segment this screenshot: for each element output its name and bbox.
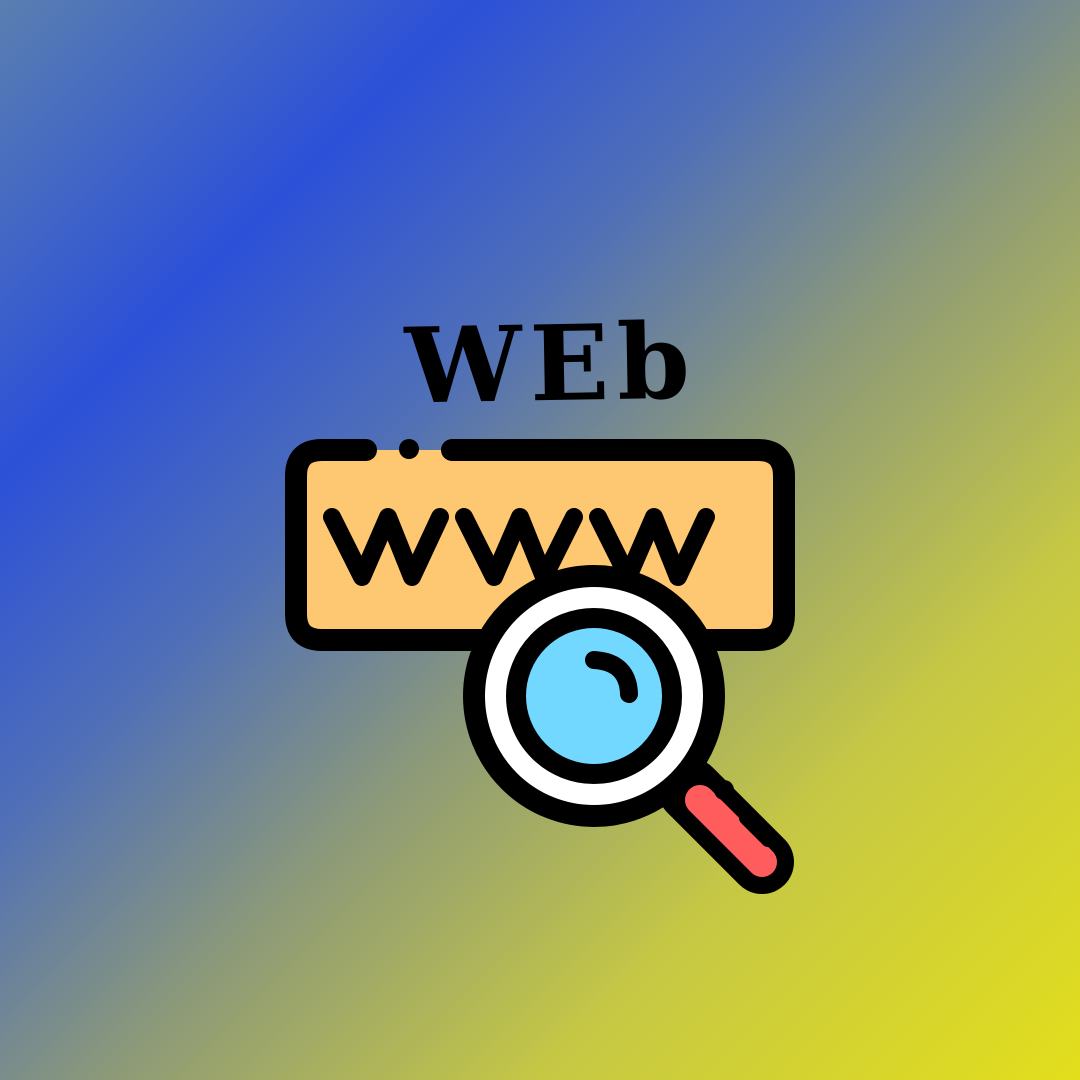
address-bar-text: www <box>520 559 523 561</box>
web-search-illustration: WEb www <box>285 299 795 894</box>
lens-glass <box>506 608 682 784</box>
title-text: WEb <box>403 299 699 427</box>
